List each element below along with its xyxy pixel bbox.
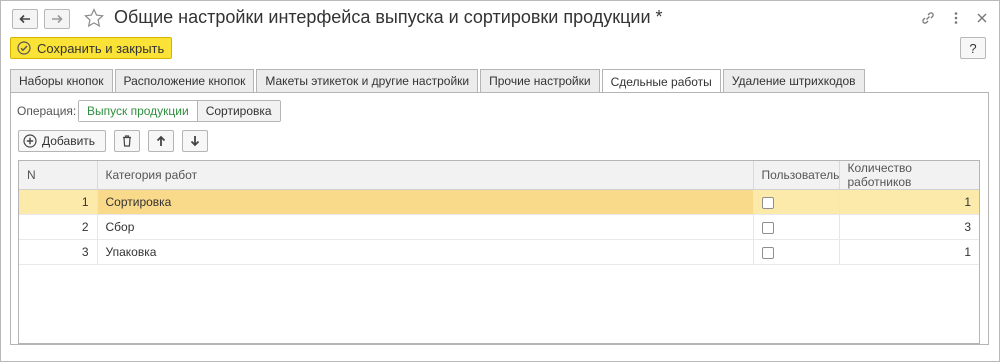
row-number: 2 <box>19 214 98 240</box>
column-header-n[interactable]: N <box>19 161 98 190</box>
save-and-close-button[interactable]: Сохранить и закрыть <box>10 37 172 59</box>
tab-label-templates[interactable]: Макеты этикеток и другие настройки <box>256 69 479 92</box>
close-icon[interactable] <box>974 10 990 26</box>
arrow-left-icon <box>19 14 30 24</box>
row-category[interactable]: Сбор <box>97 214 754 240</box>
add-button[interactable]: Добавить <box>18 130 106 152</box>
tab-button-layout[interactable]: Расположение кнопок <box>114 69 255 92</box>
row-workers[interactable]: 1 <box>839 189 979 215</box>
row-workers[interactable]: 1 <box>839 239 979 265</box>
save-button-label: Сохранить и закрыть <box>37 40 165 56</box>
operation-option-sorting[interactable]: Сортировка <box>197 101 280 121</box>
move-down-button[interactable] <box>182 130 208 152</box>
column-header-user[interactable]: Пользователь <box>753 161 840 190</box>
tab-button-sets[interactable]: Наборы кнопок <box>10 69 113 92</box>
column-header-category[interactable]: Категория работ <box>97 161 754 190</box>
favorite-star-icon[interactable] <box>83 7 105 29</box>
arrow-down-icon <box>190 136 200 147</box>
tab-piecework[interactable]: Сдельные работы <box>601 69 721 93</box>
forward-button[interactable] <box>44 9 70 29</box>
tab-other-settings[interactable]: Прочие настройки <box>480 69 600 92</box>
delete-button[interactable] <box>114 130 140 152</box>
plus-circle-icon <box>23 134 37 148</box>
back-button[interactable] <box>12 9 38 29</box>
row-user-cell <box>753 189 840 215</box>
table-row[interactable]: 1 Сортировка 1 <box>19 189 979 215</box>
arrow-right-icon <box>52 14 63 24</box>
work-categories-table: N Категория работ Пользователь Количеств… <box>18 160 980 344</box>
user-checkbox[interactable] <box>761 246 774 259</box>
check-circle-icon <box>17 41 31 55</box>
arrow-up-icon <box>156 135 166 146</box>
row-number: 1 <box>19 189 98 215</box>
user-checkbox[interactable] <box>761 221 774 234</box>
row-category[interactable]: Упаковка <box>97 239 754 265</box>
tab-bar: Наборы кнопок Расположение кнопок Макеты… <box>10 69 867 93</box>
move-up-button[interactable] <box>148 130 174 152</box>
help-button[interactable]: ? <box>960 37 986 59</box>
column-header-workers[interactable]: Количество работников <box>839 161 979 190</box>
table-header: N Категория работ Пользователь Количеств… <box>19 161 979 190</box>
operation-option-production[interactable]: Выпуск продукции <box>79 101 198 121</box>
table-row[interactable]: 3 Упаковка 1 <box>19 239 979 265</box>
link-icon[interactable] <box>920 10 936 26</box>
operation-label: Операция: <box>17 104 77 118</box>
page-title: Общие настройки интерфейса выпуска и сор… <box>114 7 663 27</box>
operation-switch: Выпуск продукции Сортировка <box>78 100 281 122</box>
row-category[interactable]: Сортировка <box>97 189 754 215</box>
row-user-cell <box>753 214 840 240</box>
row-user-cell <box>753 239 840 265</box>
tab-barcode-removal[interactable]: Удаление штрихкодов <box>722 69 865 92</box>
row-number: 3 <box>19 239 98 265</box>
add-button-label: Добавить <box>42 134 96 148</box>
user-checkbox[interactable] <box>761 196 774 209</box>
more-menu-icon[interactable] <box>948 10 964 26</box>
trash-icon <box>123 135 131 147</box>
row-workers[interactable]: 3 <box>839 214 979 240</box>
table-row[interactable]: 2 Сбор 3 <box>19 214 979 240</box>
